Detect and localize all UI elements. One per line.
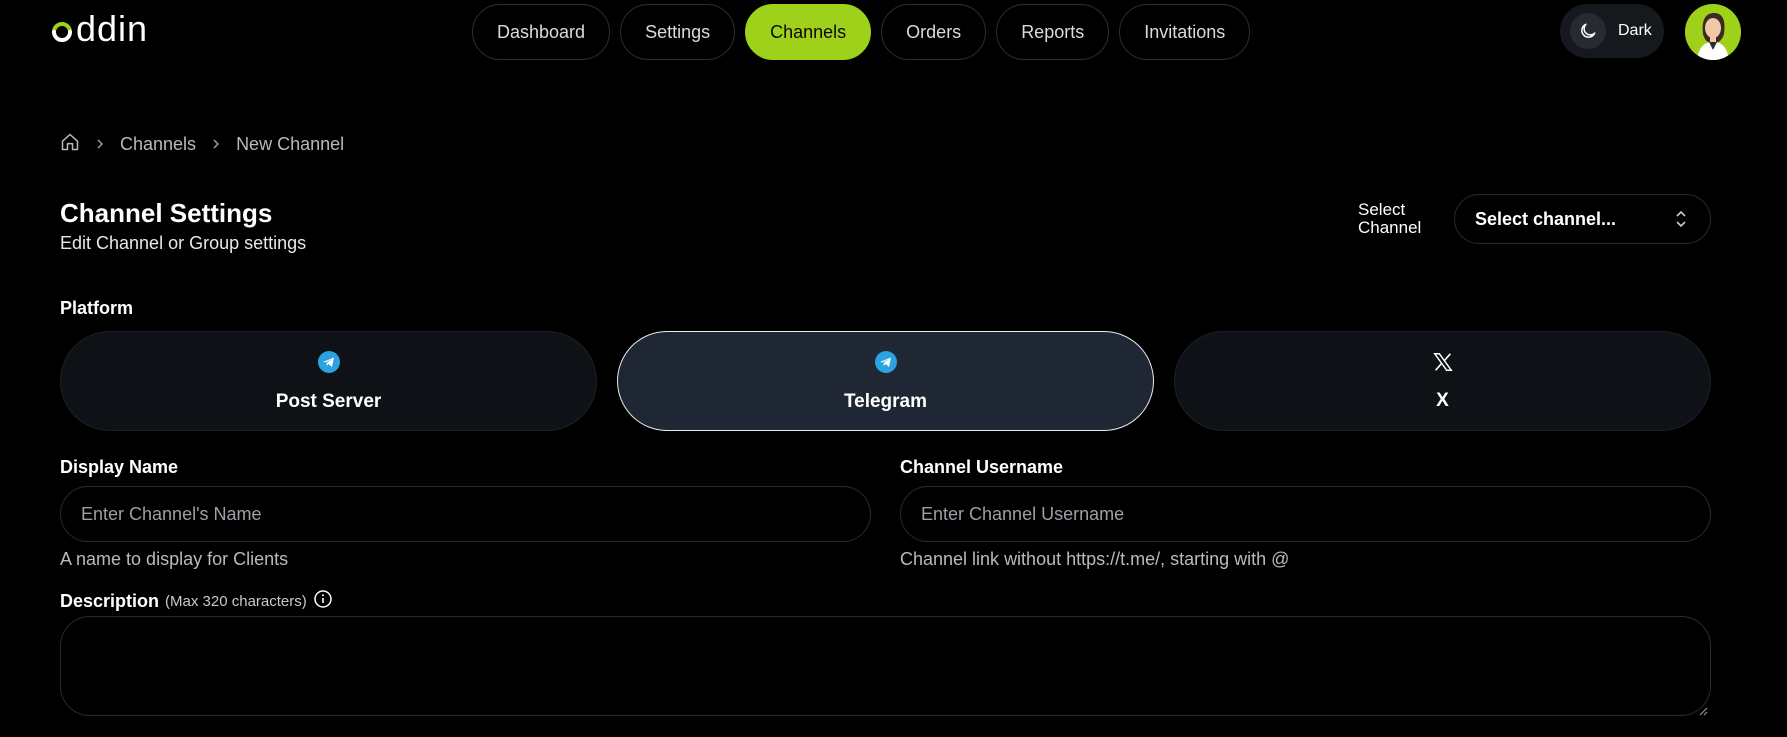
- platform-option-telegram[interactable]: Telegram: [617, 331, 1154, 431]
- description-note: (Max 320 characters): [165, 593, 307, 610]
- logo-text: ddin: [76, 8, 149, 49]
- moon-icon: [1570, 13, 1606, 49]
- nav-invitations[interactable]: Invitations: [1119, 4, 1251, 60]
- select-channel-dropdown[interactable]: Select channel...: [1454, 194, 1711, 244]
- platform-label: Platform: [60, 298, 134, 318]
- nav-orders[interactable]: Orders: [881, 4, 987, 60]
- nav-channels[interactable]: Channels: [745, 4, 872, 60]
- chevron-right-icon: [94, 137, 106, 153]
- description-textarea[interactable]: [60, 616, 1711, 716]
- nav-reports[interactable]: Reports: [996, 4, 1110, 60]
- telegram-icon: [874, 350, 898, 379]
- platform-option-post-server[interactable]: Post Server: [60, 331, 597, 431]
- top-nav: Dashboard Settings Channels Orders Repor…: [472, 4, 1251, 60]
- description-label: Description: [60, 591, 160, 611]
- display-name-label: Display Name: [60, 457, 179, 477]
- chevron-updown-icon: [1674, 209, 1688, 234]
- chevron-right-icon: [210, 137, 222, 153]
- platform-name: Post Server: [275, 390, 382, 412]
- page-subtitle: Edit Channel or Group settings: [60, 233, 307, 253]
- channel-username-label: Channel Username: [900, 457, 1064, 477]
- telegram-icon: [317, 350, 341, 379]
- app-logo[interactable]: ddin: [50, 8, 148, 50]
- page-title: Channel Settings: [60, 198, 273, 228]
- info-icon[interactable]: [313, 589, 333, 614]
- nav-settings[interactable]: Settings: [620, 4, 736, 60]
- description-label-row: Description (Max 320 characters): [60, 589, 333, 614]
- platform-name: X: [1436, 389, 1449, 411]
- theme-toggle[interactable]: Dark: [1560, 4, 1664, 58]
- logo-mark-icon: [50, 20, 74, 44]
- theme-label: Dark: [1618, 22, 1652, 39]
- channel-username-help: Channel link without https://t.me/, star…: [900, 549, 1290, 569]
- channel-username-input[interactable]: [900, 486, 1711, 542]
- breadcrumb: Channels New Channel: [60, 132, 344, 157]
- select-channel-label: Select Channel: [1358, 200, 1422, 237]
- select-channel-value: Select channel...: [1475, 208, 1617, 229]
- platform-option-x[interactable]: X: [1174, 331, 1711, 431]
- x-logo-icon: [1432, 351, 1454, 378]
- resize-grip-icon[interactable]: [1698, 703, 1708, 721]
- display-name-help: A name to display for Clients: [60, 549, 289, 569]
- display-name-input[interactable]: [60, 486, 871, 542]
- platform-name: Telegram: [843, 390, 928, 412]
- breadcrumb-channels[interactable]: Channels: [120, 134, 196, 155]
- nav-dashboard[interactable]: Dashboard: [472, 4, 611, 60]
- breadcrumb-new-channel: New Channel: [236, 134, 345, 154]
- home-icon[interactable]: [60, 132, 80, 157]
- user-avatar[interactable]: [1685, 4, 1741, 60]
